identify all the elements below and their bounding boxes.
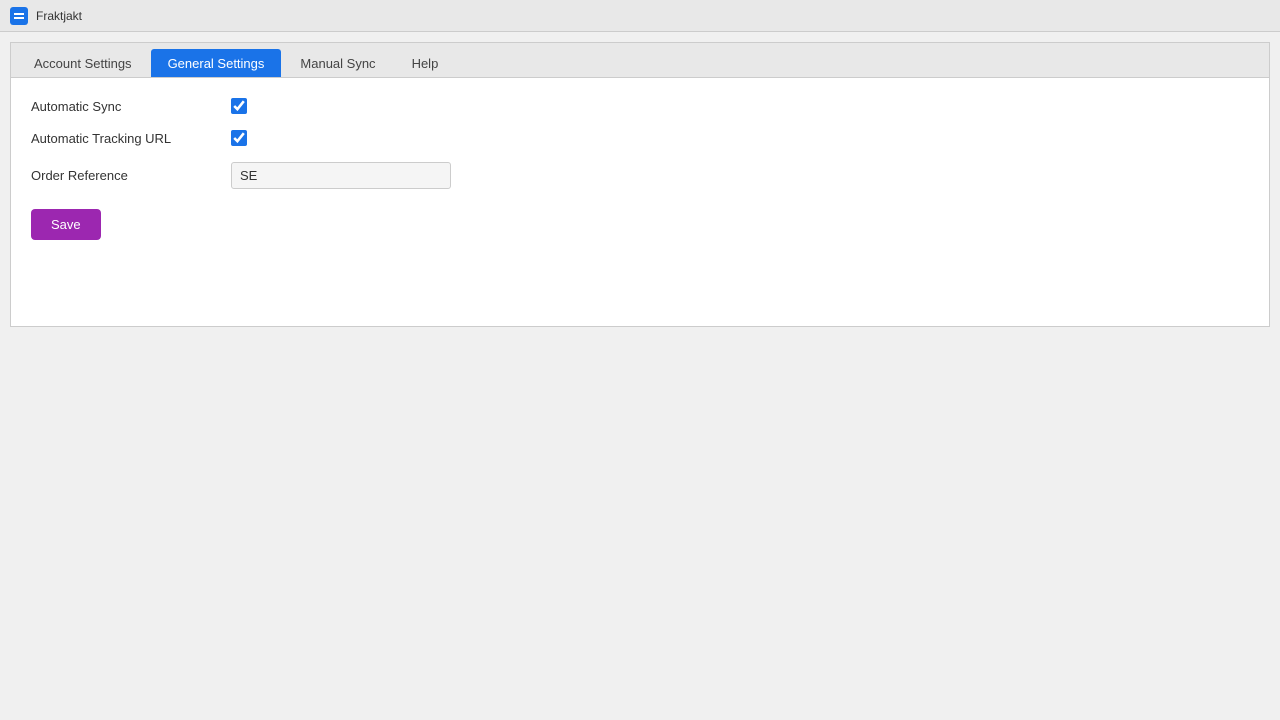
app-title: Fraktjakt	[36, 9, 82, 23]
tab-account-settings[interactable]: Account Settings	[17, 49, 149, 77]
order-reference-input[interactable]	[231, 162, 451, 189]
automatic-tracking-url-label: Automatic Tracking URL	[31, 131, 231, 146]
order-reference-label: Order Reference	[31, 168, 231, 183]
main-content: Account Settings General Settings Manual…	[0, 32, 1280, 337]
automatic-sync-label: Automatic Sync	[31, 99, 231, 114]
title-bar: Fraktjakt	[0, 0, 1280, 32]
app-icon	[10, 7, 28, 25]
tab-general-settings[interactable]: General Settings	[151, 49, 282, 77]
save-button[interactable]: Save	[31, 209, 101, 240]
automatic-tracking-url-row: Automatic Tracking URL	[31, 130, 1249, 146]
tab-bar: Account Settings General Settings Manual…	[10, 42, 1270, 77]
automatic-sync-checkbox[interactable]	[231, 98, 247, 114]
tab-manual-sync[interactable]: Manual Sync	[283, 49, 392, 77]
content-panel: Automatic Sync Automatic Tracking URL Or…	[10, 77, 1270, 327]
automatic-tracking-url-checkbox[interactable]	[231, 130, 247, 146]
tab-help[interactable]: Help	[395, 49, 456, 77]
automatic-sync-row: Automatic Sync	[31, 98, 1249, 114]
order-reference-row: Order Reference	[31, 162, 1249, 189]
